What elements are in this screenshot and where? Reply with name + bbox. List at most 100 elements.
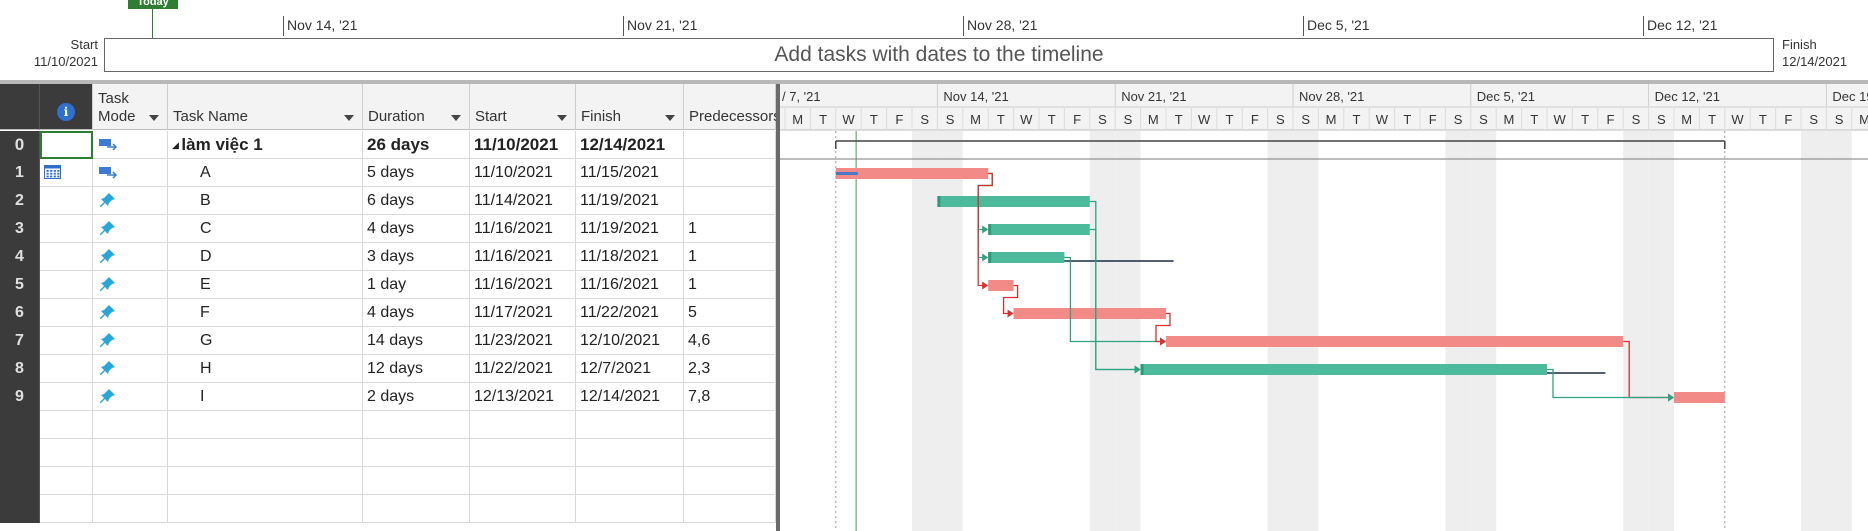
start-cell[interactable]: 11/10/2021 xyxy=(470,159,576,187)
empty-row[interactable] xyxy=(0,495,776,523)
indicator-cell[interactable] xyxy=(40,243,93,271)
predecessors-cell[interactable] xyxy=(684,411,776,439)
predecessors-cell[interactable]: 1 xyxy=(684,215,776,243)
duration-cell[interactable]: 6 days xyxy=(363,187,470,215)
predecessors-cell[interactable] xyxy=(684,187,776,215)
finish-cell[interactable]: 12/14/2021 xyxy=(576,383,684,411)
indicator-cell[interactable] xyxy=(40,327,93,355)
row-number[interactable]: 6 xyxy=(0,299,40,327)
calendar-icon[interactable] xyxy=(44,164,62,180)
duration-cell[interactable]: 26 days xyxy=(363,131,470,159)
task-bar[interactable] xyxy=(1674,392,1725,403)
column-header-duration[interactable]: Duration xyxy=(363,84,470,130)
predecessors-cell[interactable] xyxy=(684,131,776,159)
duration-cell[interactable] xyxy=(363,439,470,467)
finish-cell[interactable]: 12/7/2021 xyxy=(576,355,684,383)
start-cell[interactable] xyxy=(470,411,576,439)
predecessors-cell[interactable] xyxy=(684,439,776,467)
predecessors-cell[interactable]: 5 xyxy=(684,299,776,327)
row-number[interactable]: 5 xyxy=(0,271,40,299)
row-number[interactable]: 8 xyxy=(0,355,40,383)
predecessors-cell[interactable] xyxy=(684,495,776,523)
task-name-cell[interactable] xyxy=(168,467,363,495)
task-name-cell[interactable] xyxy=(168,411,363,439)
column-header-task-name[interactable]: Task Name xyxy=(168,84,363,130)
finish-cell[interactable]: 11/19/2021 xyxy=(576,187,684,215)
predecessors-cell[interactable]: 7,8 xyxy=(684,383,776,411)
table-row[interactable]: 2 B6 days 11/14/2021 11/19/2021 xyxy=(0,187,776,215)
indicator-cell[interactable] xyxy=(40,299,93,327)
collapse-triangle-icon[interactable]: ◢ xyxy=(172,140,181,150)
table-row[interactable]: 1 A5 days 11/10/2021 11/15/2021 xyxy=(0,159,776,187)
indicator-cell[interactable] xyxy=(40,467,93,495)
column-header-task-mode[interactable]: Task Mode xyxy=(93,84,168,130)
finish-cell[interactable] xyxy=(576,467,684,495)
start-cell[interactable]: 11/23/2021 xyxy=(470,327,576,355)
task-bar[interactable] xyxy=(1140,364,1547,375)
row-number[interactable]: 3 xyxy=(0,215,40,243)
chevron-down-icon[interactable] xyxy=(344,115,354,121)
predecessors-cell[interactable] xyxy=(684,159,776,187)
task-name-cell[interactable] xyxy=(168,495,363,523)
task-bar[interactable] xyxy=(1013,308,1166,319)
chevron-down-icon[interactable] xyxy=(451,115,461,121)
task-name-cell[interactable]: E xyxy=(168,271,363,299)
empty-row[interactable] xyxy=(0,467,776,495)
empty-row[interactable] xyxy=(0,439,776,467)
row-number[interactable]: 2 xyxy=(0,187,40,215)
task-bar[interactable] xyxy=(835,168,989,179)
column-header-finish[interactable]: Finish xyxy=(576,84,684,130)
gantt-chart[interactable]: / 7, '21 Nov 14, '21 Nov 21, '21 Nov 28, '2… xyxy=(780,84,1868,531)
indicator-cell[interactable] xyxy=(40,271,93,299)
indicator-cell[interactable] xyxy=(40,187,93,215)
start-cell[interactable] xyxy=(470,467,576,495)
start-cell[interactable]: 12/13/2021 xyxy=(470,383,576,411)
predecessors-cell[interactable]: 2,3 xyxy=(684,355,776,383)
task-bar[interactable] xyxy=(1166,336,1624,347)
task-name-cell[interactable]: A xyxy=(168,159,363,187)
duration-cell[interactable] xyxy=(363,467,470,495)
indicator-cell[interactable] xyxy=(40,411,93,439)
table-row[interactable]: 9 I2 days 12/13/2021 12/14/2021 7,8 xyxy=(0,383,776,411)
timeline-view[interactable]: Today Nov 14, '21 Nov 21, '21 Nov 28, '2… xyxy=(0,0,1868,80)
start-cell[interactable] xyxy=(470,439,576,467)
finish-cell[interactable]: 11/18/2021 xyxy=(576,243,684,271)
chevron-down-icon[interactable] xyxy=(557,115,567,121)
table-row[interactable]: 7 G 14 days 11/23/2021 12/10/2021 4,6 xyxy=(0,327,776,355)
row-number[interactable]: 0 xyxy=(0,131,40,159)
task-mode-cell[interactable] xyxy=(93,467,168,495)
table-row[interactable]: 5E1 day 11/16/2021 11/16/2021 1 xyxy=(0,271,776,299)
task-bar[interactable] xyxy=(988,252,1065,263)
row-number[interactable] xyxy=(0,439,40,467)
predecessors-cell[interactable]: 1 xyxy=(684,243,776,271)
indicator-cell[interactable] xyxy=(40,215,93,243)
start-cell[interactable]: 11/22/2021 xyxy=(470,355,576,383)
finish-cell[interactable]: 12/10/2021 xyxy=(576,327,684,355)
duration-cell[interactable]: 14 days xyxy=(363,327,470,355)
duration-cell[interactable]: 4 days xyxy=(363,215,470,243)
finish-cell[interactable] xyxy=(576,439,684,467)
table-row[interactable]: 6 F4 days 11/17/2021 11/22/2021 5 xyxy=(0,299,776,327)
indicator-cell[interactable] xyxy=(40,439,93,467)
chevron-down-icon[interactable] xyxy=(665,115,675,121)
finish-cell[interactable]: 12/14/2021 xyxy=(576,131,684,159)
finish-cell[interactable]: 11/16/2021 xyxy=(576,271,684,299)
finish-cell[interactable]: 11/15/2021 xyxy=(576,159,684,187)
task-bar[interactable] xyxy=(937,196,1090,207)
table-row[interactable]: 0 ◢ làm việc 1 26 days 11/10/2021 12/14/2021 xyxy=(0,131,776,159)
predecessors-cell[interactable]: 4,6 xyxy=(684,327,776,355)
indicator-cell[interactable] xyxy=(40,355,93,383)
task-name-cell[interactable]: I xyxy=(168,383,363,411)
start-cell[interactable] xyxy=(470,495,576,523)
column-header-start[interactable]: Start xyxy=(470,84,576,130)
task-bar[interactable] xyxy=(988,280,1014,291)
row-number[interactable]: 1 xyxy=(0,159,40,187)
start-cell[interactable]: 11/16/2021 xyxy=(470,271,576,299)
row-number[interactable]: 9 xyxy=(0,383,40,411)
task-name-cell[interactable]: B xyxy=(168,187,363,215)
predecessors-cell[interactable]: 1 xyxy=(684,271,776,299)
duration-cell[interactable]: 4 days xyxy=(363,299,470,327)
task-name-cell[interactable]: C xyxy=(168,215,363,243)
predecessors-cell[interactable] xyxy=(684,467,776,495)
task-mode-cell[interactable] xyxy=(93,411,168,439)
